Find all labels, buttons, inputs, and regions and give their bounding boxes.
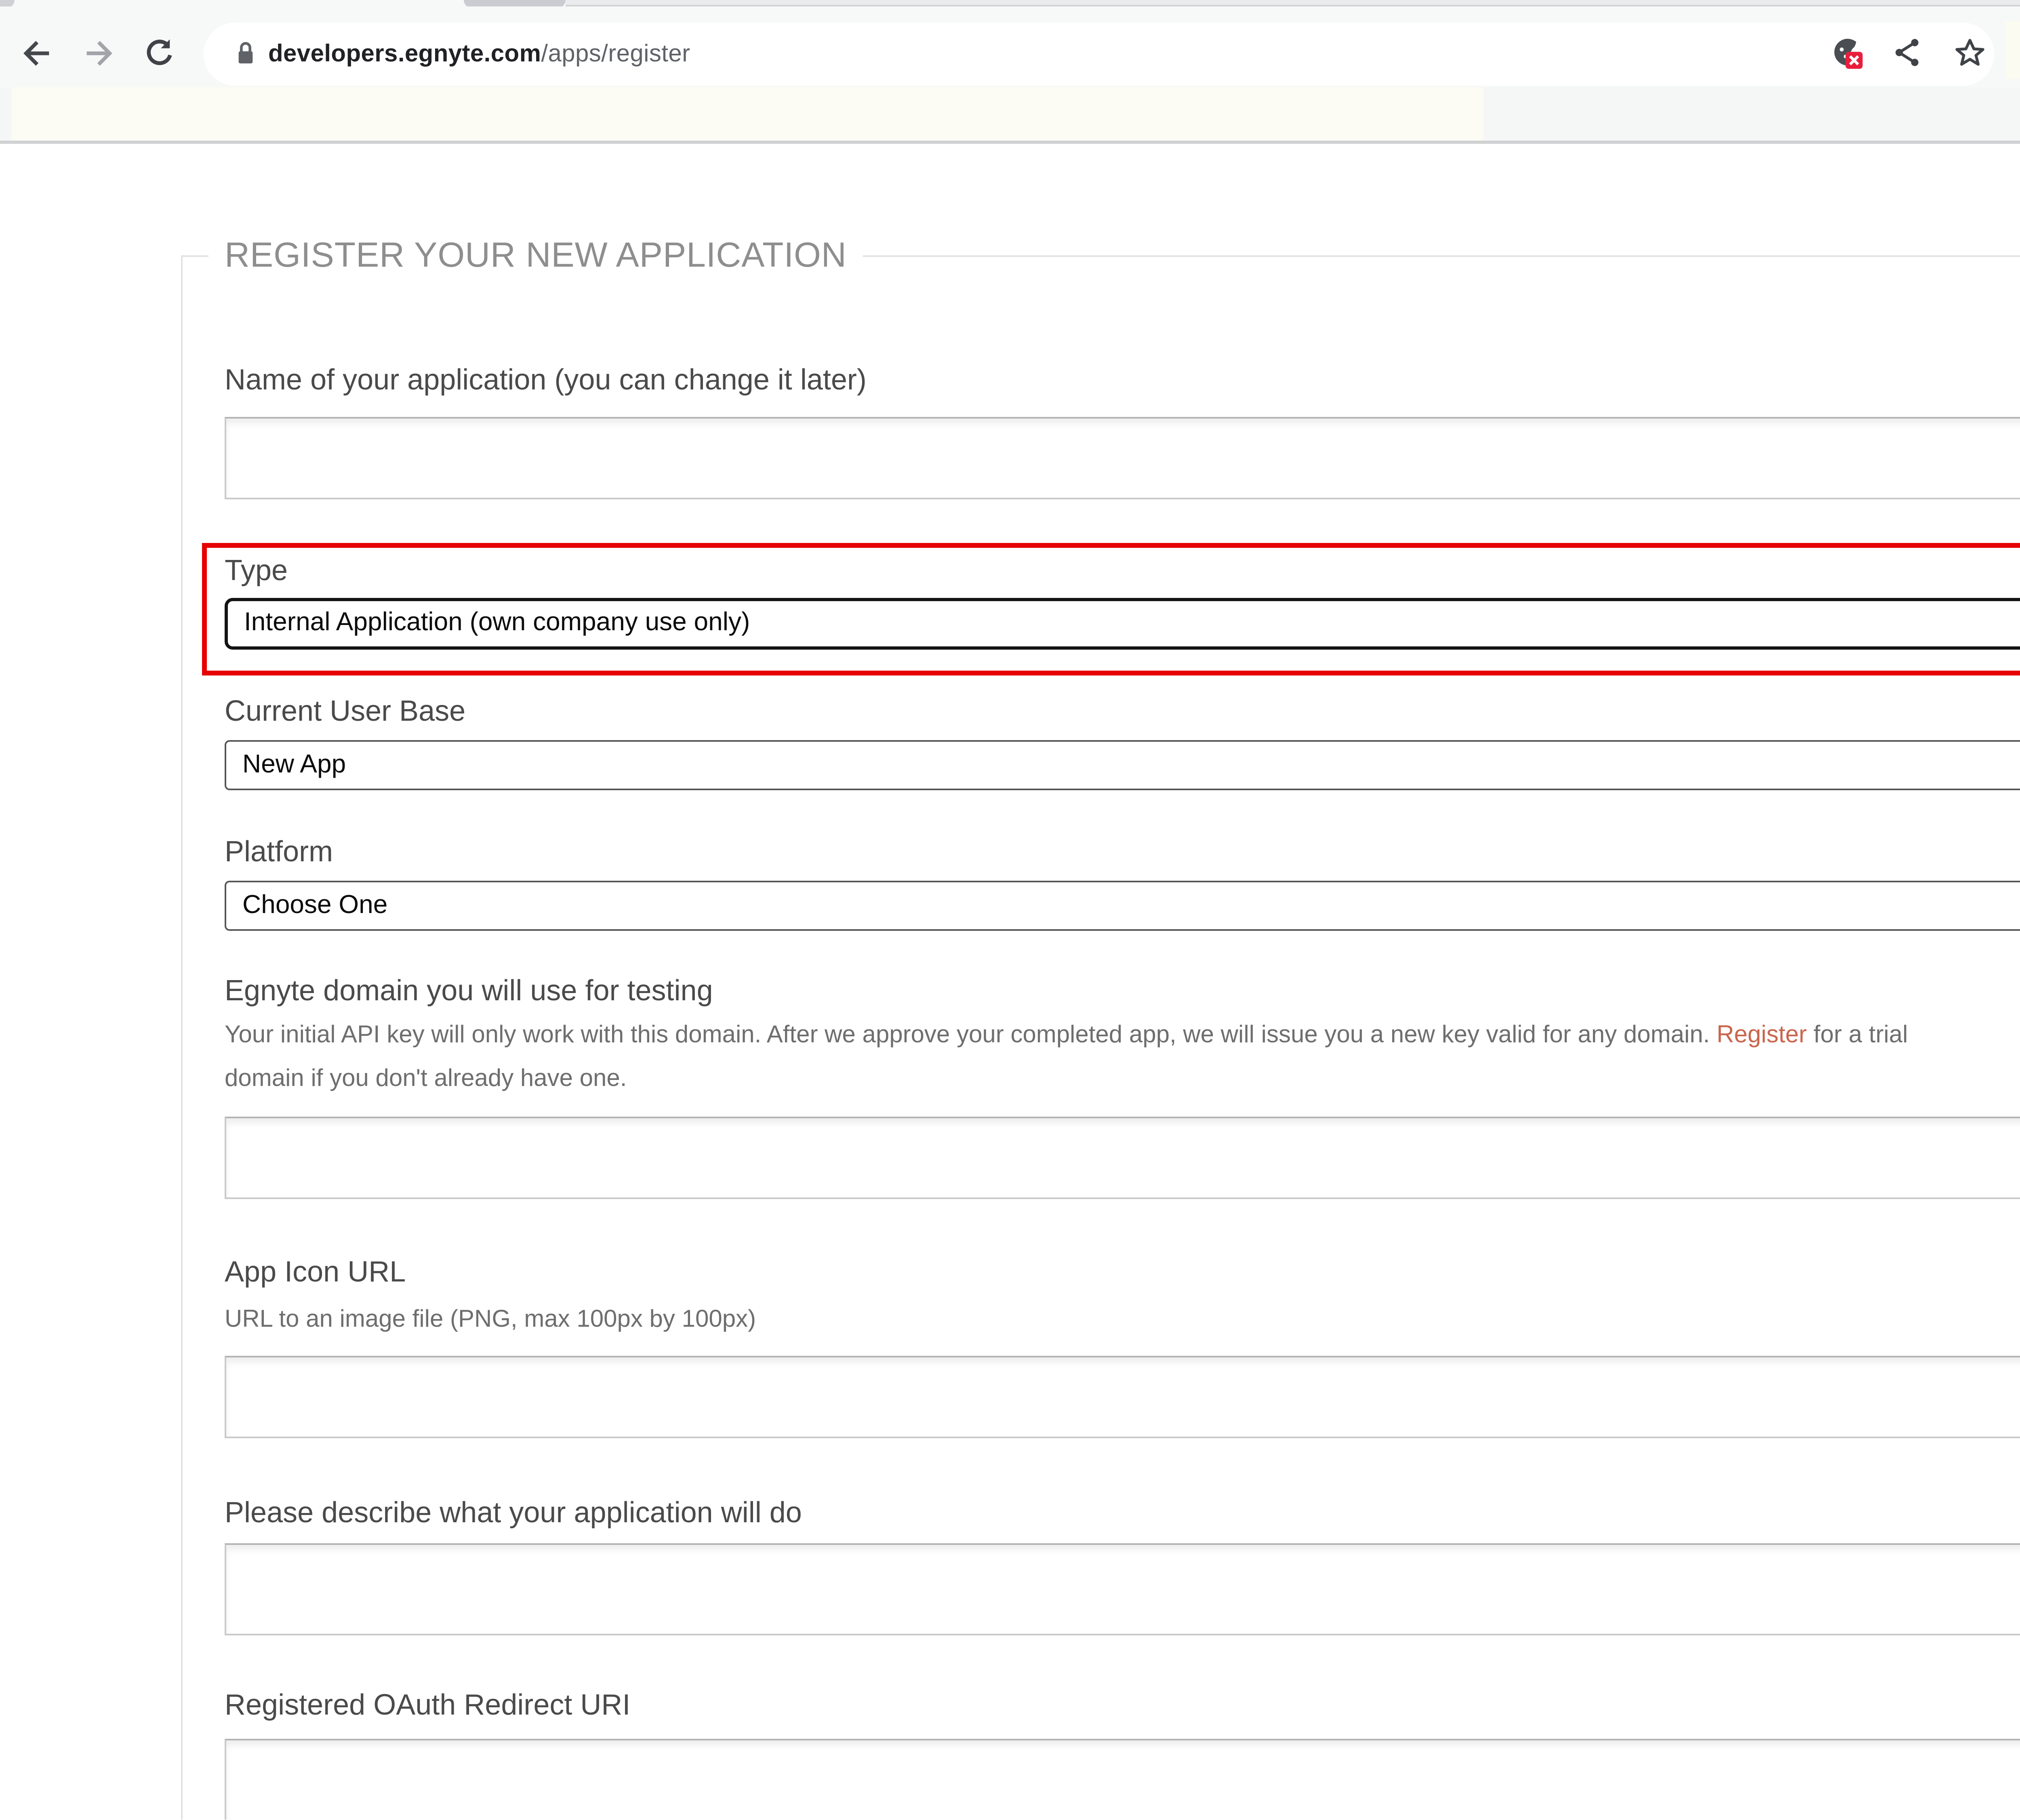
oauth-input[interactable] bbox=[225, 1739, 2020, 1820]
user-base-label: Current User Base bbox=[225, 695, 465, 729]
app-icon-url-label: App Icon URL bbox=[225, 1256, 406, 1290]
toolbar-extension-area bbox=[2005, 21, 2020, 79]
user-base-select[interactable]: New App bbox=[225, 740, 2020, 790]
browser-window: developers.egnyte.com/apps/register bbox=[0, 0, 2020, 1820]
reload-button[interactable] bbox=[139, 32, 179, 73]
url-address-bar[interactable]: developers.egnyte.com/apps/register bbox=[204, 22, 1994, 85]
domain-desc-after: for a trial bbox=[1807, 1021, 1908, 1049]
page-content: REGISTER YOUR NEW APPLICATION Name of yo… bbox=[0, 144, 2020, 1820]
name-input[interactable] bbox=[225, 417, 2020, 499]
url-host: developers.egnyte.com bbox=[268, 40, 541, 67]
domain-label: Egnyte domain you will use for testing bbox=[225, 974, 713, 1008]
forward-button[interactable] bbox=[78, 32, 118, 73]
forward-arrow-icon bbox=[80, 35, 116, 70]
domain-input[interactable] bbox=[225, 1117, 2020, 1199]
register-form-fieldset: REGISTER YOUR NEW APPLICATION Name of yo… bbox=[181, 236, 2020, 1820]
type-label: Type bbox=[225, 554, 288, 588]
header-pale-block bbox=[11, 87, 1483, 140]
reload-icon bbox=[141, 35, 177, 70]
app-icon-url-help: URL to an image file (PNG, max 100px by … bbox=[225, 1306, 756, 1333]
platform-select[interactable]: Choose One bbox=[225, 881, 2020, 931]
register-link[interactable]: Register bbox=[1717, 1021, 1807, 1049]
user-base-select-value: New App bbox=[242, 751, 346, 780]
form-legend: REGISTER YOUR NEW APPLICATION bbox=[208, 236, 863, 276]
bookmark-star-icon[interactable] bbox=[1952, 35, 1989, 72]
describe-textarea[interactable] bbox=[225, 1543, 2020, 1635]
domain-desc-line2: domain if you don't already have one. bbox=[225, 1065, 627, 1092]
back-arrow-icon bbox=[19, 35, 54, 70]
share-icon[interactable] bbox=[1891, 35, 1928, 72]
app-icon-url-input[interactable] bbox=[225, 1356, 2020, 1438]
type-select[interactable]: Internal Application (own company use on… bbox=[225, 598, 2020, 650]
domain-description: Your initial API key will only work with… bbox=[225, 1013, 2020, 1100]
type-select-value: Internal Application (own company use on… bbox=[244, 609, 750, 638]
url-path: /apps/register bbox=[541, 40, 690, 67]
back-button[interactable] bbox=[16, 32, 57, 73]
cookie-blocker-icon[interactable] bbox=[1829, 35, 1866, 72]
tab-strip-background bbox=[566, 0, 2020, 6]
platform-label: Platform bbox=[225, 835, 333, 869]
tab-strip bbox=[0, 0, 2020, 6]
oauth-label: Registered OAuth Redirect URI bbox=[225, 1689, 630, 1723]
browser-toolbar: developers.egnyte.com/apps/register bbox=[0, 6, 2020, 87]
domain-desc-before: Your initial API key will only work with… bbox=[225, 1021, 1717, 1049]
page-header-band bbox=[0, 87, 2020, 144]
name-label: Name of your application (you can change… bbox=[225, 364, 867, 398]
platform-select-value: Choose One bbox=[242, 891, 387, 920]
url-text: developers.egnyte.com/apps/register bbox=[268, 22, 690, 85]
describe-label: Please describe what your application wi… bbox=[225, 1496, 802, 1530]
secure-lock-icon[interactable] bbox=[229, 36, 262, 77]
